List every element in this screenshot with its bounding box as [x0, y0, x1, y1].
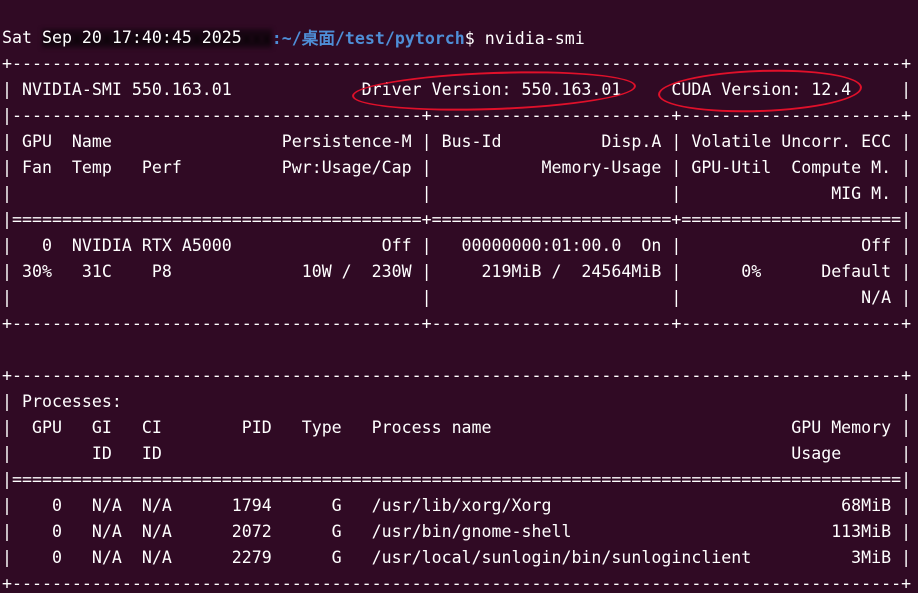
- shell-prompt: xxxxxxxxxxxxxxxxxxxxxxx:~/桌面/test/pytorc…: [2, 0, 585, 48]
- output-line: | Fan Temp Perf Pwr:Usage/Cap | Memory-U…: [2, 158, 912, 177]
- output-line: | | | MIG M. |: [2, 184, 912, 203]
- output-line: | | | N/A |: [2, 288, 912, 307]
- output-line: |=======================================…: [2, 470, 912, 489]
- output-line: +---------------------------------------…: [2, 54, 912, 73]
- datetime-line: Sat Sep 20 17:40:45 2025: [2, 28, 242, 47]
- output-line: | 30% 31C P8 10W / 230W | 219MiB / 24564…: [2, 262, 912, 281]
- output-line: | ID ID Usage |: [2, 444, 912, 463]
- terminal-window[interactable]: xxxxxxxxxxxxxxxxxxxxxxx:~/桌面/test/pytorc…: [0, 0, 918, 593]
- output-line: | GPU GI CI PID Type Process name GPU Me…: [2, 418, 912, 437]
- output-line: | Processes: |: [2, 392, 912, 411]
- output-line: | NVIDIA-SMI 550.163.01 Driver Version: …: [2, 80, 912, 99]
- output-line: | 0 N/A N/A 2279 G /usr/local/sunlogin/b…: [2, 548, 912, 567]
- output-line: |=======================================…: [2, 210, 912, 229]
- output-line: | 0 N/A N/A 2072 G /usr/bin/gnome-shell …: [2, 522, 912, 541]
- output-line: |---------------------------------------…: [2, 106, 912, 125]
- prompt-path: :~/桌面/test/pytorch: [271, 29, 465, 48]
- output-line: +---------------------------------------…: [2, 366, 912, 385]
- prompt-sign: $: [464, 29, 485, 48]
- output-line: | GPU Name Persistence-M | Bus-Id Disp.A…: [2, 132, 912, 151]
- output-line: +---------------------------------------…: [2, 574, 912, 593]
- output-line: | 0 N/A N/A 1794 G /usr/lib/xorg/Xorg 68…: [2, 496, 912, 515]
- prompt-command: nvidia-smi: [484, 29, 585, 48]
- output-line: | 0 NVIDIA RTX A5000 Off | 00000000:01:0…: [2, 236, 912, 255]
- output-line: +---------------------------------------…: [2, 314, 912, 333]
